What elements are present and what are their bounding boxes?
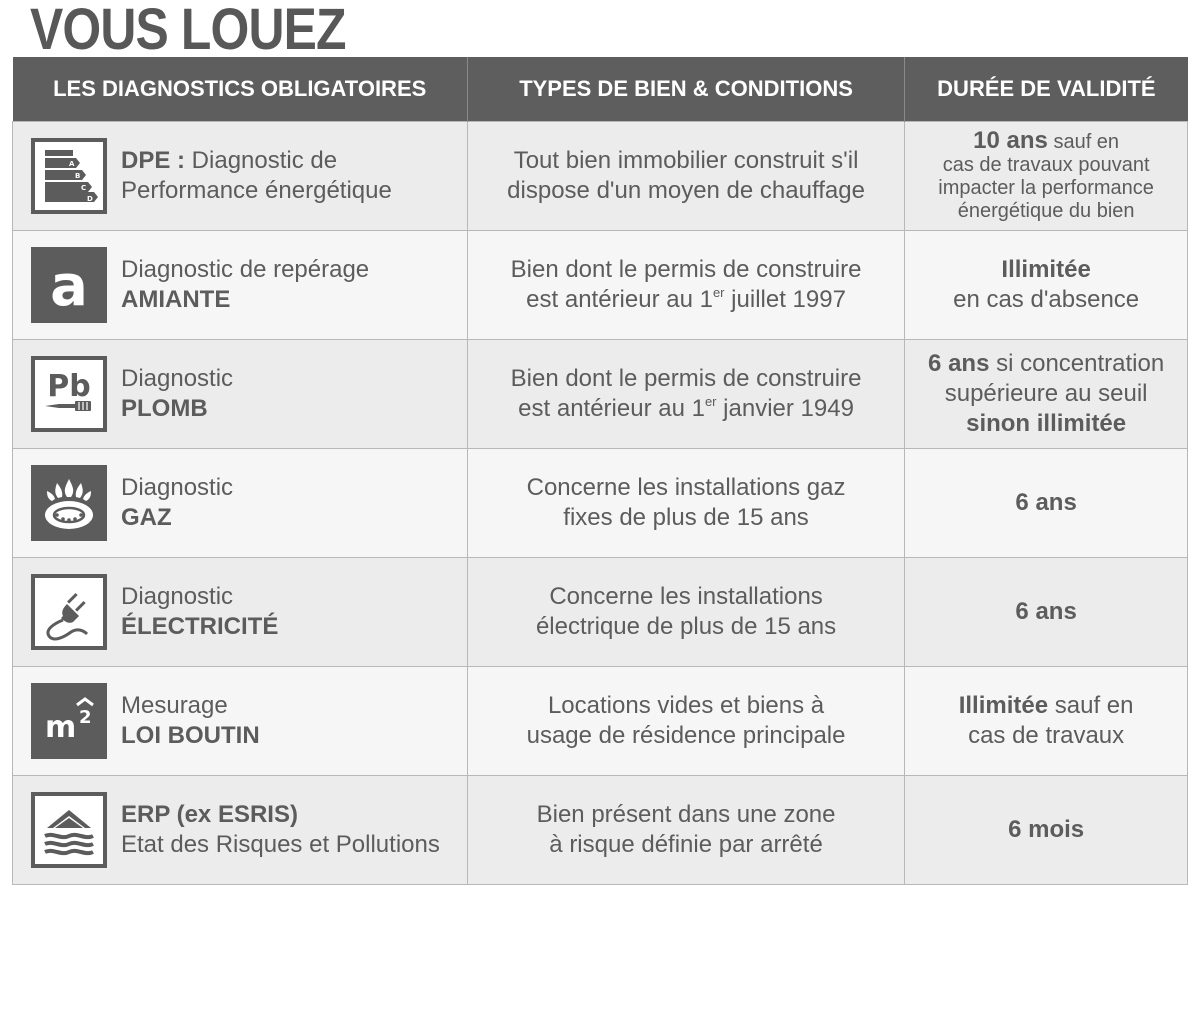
- svg-text:A: A: [69, 160, 75, 168]
- diagnostic-cell: m 2 Mesurage LOI BOUTIN: [12, 666, 468, 776]
- diagnostic-name-bold: LOI BOUTIN: [121, 722, 260, 749]
- validity-cell: 6 ans: [904, 557, 1188, 667]
- lead-paint-icon: Pb: [31, 356, 107, 432]
- validity-note: sinon illimitée: [966, 410, 1127, 437]
- validity-note: en cas d'absence: [953, 286, 1140, 313]
- conditions-line: janvier 1949: [716, 395, 854, 422]
- diagnostic-cell: Pb Diagnostic PLOMB: [12, 339, 468, 449]
- svg-text:m: m: [45, 710, 76, 745]
- conditions-line: Bien dont le permis de construire: [510, 365, 862, 392]
- energy-rating-icon: ABCD: [31, 138, 107, 214]
- table-row-loi-boutin: m 2 Mesurage LOI BOUTIN Locations vides …: [12, 666, 1188, 776]
- validity-value: 6 ans: [928, 350, 990, 377]
- diagnostic-name-bold: PLOMB: [121, 395, 208, 422]
- diagnostic-name-bold: DPE :: [121, 147, 186, 174]
- conditions-cell: Locations vides et biens à usage de rési…: [466, 666, 906, 776]
- conditions-line: Locations vides et biens à: [547, 692, 825, 719]
- diagnostic-cell: ABCD DPE : Diagnostic de Performance éne…: [12, 121, 468, 231]
- conditions-line: est antérieur au 1: [518, 395, 705, 422]
- svg-text:2: 2: [79, 707, 92, 728]
- diagnostics-table: LES DIAGNOSTICS OBLIGATOIRES TYPES DE BI…: [12, 57, 1188, 885]
- header-validity: DURÉE DE VALIDITÉ: [904, 57, 1188, 122]
- diagnostic-name-bold: AMIANTE: [121, 286, 231, 313]
- diagnostic-name-bold: ERP (ex ESRIS): [121, 801, 298, 828]
- validity-note: impacter la performance: [938, 177, 1154, 199]
- validity-value: 6 ans: [1015, 489, 1077, 516]
- conditions-cell: Concerne les installations électrique de…: [466, 557, 906, 667]
- diagnostic-name-bold: GAZ: [121, 504, 172, 531]
- conditions-cell: Concerne les installations gaz fixes de …: [466, 448, 906, 558]
- asbestos-icon: a: [31, 247, 107, 323]
- validity-note: énergétique du bien: [957, 200, 1135, 222]
- conditions-line: Bien présent dans une zone: [536, 801, 836, 828]
- validity-cell: 6 mois: [904, 775, 1188, 885]
- table-header-row: LES DIAGNOSTICS OBLIGATOIRES TYPES DE BI…: [12, 57, 1188, 122]
- validity-note: sauf en: [1048, 692, 1134, 719]
- superscript: er: [712, 285, 725, 300]
- validity-cell: 10 ans sauf en cas de travaux pouvant im…: [904, 121, 1188, 231]
- conditions-line: fixes de plus de 15 ans: [563, 504, 809, 531]
- conditions-cell: Bien dont le permis de construire est an…: [466, 339, 906, 449]
- validity-cell: Illimitée en cas d'absence: [904, 230, 1188, 340]
- validity-value: 10 ans: [973, 127, 1048, 154]
- conditions-line: juillet 1997: [724, 286, 846, 313]
- validity-note: cas de travaux pouvant: [942, 154, 1150, 176]
- validity-value: 6 ans: [1015, 598, 1077, 625]
- validity-value: Illimitée: [1001, 256, 1091, 283]
- diagnostic-name: Diagnostic de repérage: [121, 256, 370, 283]
- validity-note: si concentration: [989, 350, 1165, 377]
- conditions-cell: Tout bien immobilier construit s'il disp…: [466, 121, 906, 231]
- validity-note: cas de travaux: [968, 722, 1125, 749]
- table-row-plomb: Pb Diagnostic PLOMB Bien dont le permis …: [12, 339, 1188, 449]
- diagnostic-cell: ERP (ex ESRIS) Etat des Risques et Pollu…: [12, 775, 468, 885]
- superscript: er: [704, 394, 717, 409]
- conditions-line: à risque définie par arrêté: [549, 831, 823, 858]
- validity-value: Illimitée: [958, 692, 1049, 719]
- table-row-erp: ERP (ex ESRIS) Etat des Risques et Pollu…: [12, 775, 1188, 885]
- conditions-line: dispose d'un moyen de chauffage: [507, 177, 865, 204]
- table-row-dpe: ABCD DPE : Diagnostic de Performance éne…: [12, 121, 1188, 231]
- conditions-line: Bien dont le permis de construire: [510, 256, 862, 283]
- diagnostic-name: Diagnostic: [121, 583, 234, 610]
- electric-plug-icon: [31, 574, 107, 650]
- svg-text:C: C: [81, 184, 86, 192]
- diagnostic-name-bold: ÉLECTRICITÉ: [121, 613, 279, 640]
- validity-note: sauf en: [1047, 131, 1120, 153]
- conditions-line: Concerne les installations gaz: [526, 474, 846, 501]
- validity-value: 6 mois: [1008, 816, 1085, 843]
- conditions-cell: Bien dont le permis de construire est an…: [466, 230, 906, 340]
- conditions-line: Concerne les installations: [549, 583, 823, 610]
- diagnostic-name-line2: Performance énergétique: [121, 177, 392, 204]
- conditions-line: Tout bien immobilier construit s'il: [513, 147, 859, 174]
- diagnostic-cell: Diagnostic ÉLECTRICITÉ: [12, 557, 468, 667]
- conditions-line: usage de résidence principale: [526, 722, 846, 749]
- svg-text:a: a: [50, 255, 88, 315]
- svg-text:D: D: [87, 195, 93, 203]
- validity-cell: Illimitée sauf en cas de travaux: [904, 666, 1188, 776]
- svg-text:Pb: Pb: [47, 369, 90, 404]
- validity-cell: 6 ans si concentration supérieure au seu…: [904, 339, 1188, 449]
- gas-burner-icon: [31, 465, 107, 541]
- validity-note: supérieure au seuil: [944, 380, 1148, 407]
- conditions-cell: Bien présent dans une zone à risque défi…: [466, 775, 906, 885]
- square-meter-icon: m 2: [31, 683, 107, 759]
- conditions-line: électrique de plus de 15 ans: [535, 613, 837, 640]
- validity-cell: 6 ans: [904, 448, 1188, 558]
- svg-text:B: B: [75, 172, 80, 180]
- table-row-gaz: Diagnostic GAZ Concerne les installation…: [12, 448, 1188, 558]
- conditions-line: est antérieur au 1: [526, 286, 713, 313]
- diagnostic-name: Diagnostic: [121, 365, 234, 392]
- diagnostic-cell: Diagnostic GAZ: [12, 448, 468, 558]
- header-diagnostics: LES DIAGNOSTICS OBLIGATOIRES: [12, 57, 468, 122]
- diagnostic-name: Mesurage: [121, 692, 228, 719]
- table-row-amiante: a Diagnostic de repérage AMIANTE Bien do…: [12, 230, 1188, 340]
- flood-risk-icon: [31, 792, 107, 868]
- diagnostic-name: Etat des Risques et Pollutions: [121, 831, 440, 858]
- header-conditions: TYPES DE BIEN & CONDITIONS: [466, 57, 905, 122]
- table-row-electricite: Diagnostic ÉLECTRICITÉ Concerne les inst…: [12, 557, 1188, 667]
- diagnostic-name: Diagnostic: [121, 474, 234, 501]
- diagnostic-cell: a Diagnostic de repérage AMIANTE: [12, 230, 468, 340]
- diagnostic-name: Diagnostic de: [185, 147, 338, 174]
